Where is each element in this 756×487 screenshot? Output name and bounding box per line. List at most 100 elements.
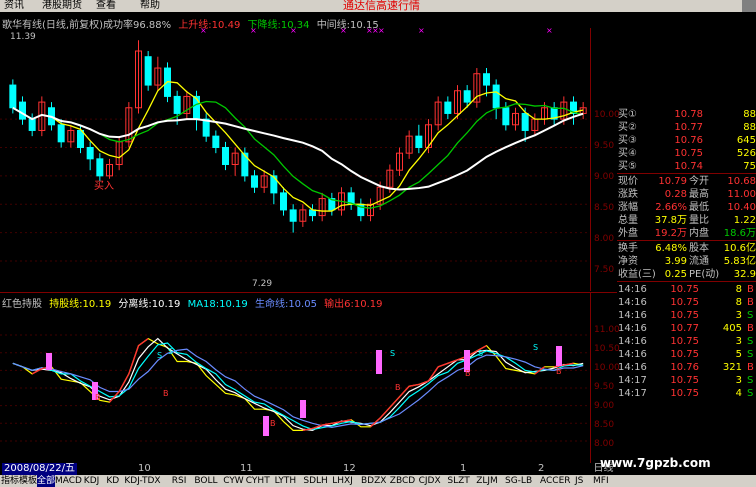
sell-signal-marker: S [533,343,538,352]
bid-label: 买① [618,109,637,120]
quote-value: 10.40 [727,202,756,213]
tab-zbcd[interactable]: ZBCD [390,475,415,487]
indicator-chart[interactable]: B BBBB BS S S SS [0,308,590,462]
tab-sdlh[interactable]: SDLH [303,475,327,487]
tick-side: B [747,362,754,373]
tab-kdj[interactable]: KDJ [84,475,100,487]
quote-label: 最低 [689,202,709,213]
quote-value: 10.6亿 [723,243,756,254]
bid-price: 10.75 [674,148,703,159]
signal-bar [300,400,306,418]
bid-label: 买② [618,122,637,133]
buy-signal-marker: B [395,383,401,392]
tab-js[interactable]: JS [575,475,583,487]
candle-body [270,175,278,194]
quote-value: 1.22 [733,215,756,226]
y-tick: 9.00 [594,172,615,182]
quote-value: 3.99 [664,256,687,267]
panel-row: 收益(三) 0.25 PE(动) 32.9 [617,268,756,281]
menu-item-hk-futures[interactable]: 港股期货 [42,0,82,12]
tab-macd[interactable]: MACD [55,475,82,487]
bid-volume: 88 [743,109,756,120]
month-tick: 2 [538,463,545,474]
tab-cyht[interactable]: CYHT [246,475,270,487]
panel-separator [617,173,756,174]
tab-cyw[interactable]: CYW [223,475,244,487]
indicator-line [12,348,584,429]
quote-value: 10.79 [658,176,687,187]
tab-指标[interactable]: 指标 [1,475,19,487]
candle-body [212,135,220,148]
tab-zljm[interactable]: ZLJM [476,475,498,487]
menu-item-view[interactable]: 查看 [96,0,116,12]
panel-row: 外盘 19.2万 内盘 18.6万 [617,227,756,240]
main-y-axis: 10.00 9.50 9.00 8.50 8.00 7.50 [590,28,620,291]
panel-row: 净资 3.99 流通 5.83亿 [617,255,756,268]
candle-body [415,135,423,148]
candle-body [444,101,452,114]
menu-item-help[interactable]: 帮助 [140,0,160,12]
quote-label: PE(动) [689,269,720,280]
y-tick: 8.50 [594,420,615,430]
panel-separator [617,281,756,282]
bid-price: 10.76 [674,135,703,146]
tick-price: 10.75 [670,297,699,308]
tab-lyth[interactable]: LYTH [275,475,297,487]
tab-boll[interactable]: BOLL [194,475,217,487]
month-tick: 12 [343,463,356,474]
tab-kd[interactable]: KD [106,475,119,487]
tab-accer[interactable]: ACCER [540,475,571,487]
watermark-text: www.7gpzb.com [600,456,711,470]
buy-signal-label: 买入 [94,180,114,192]
panel-row: 买③ 10.76 645 [617,134,756,147]
tab-rsi[interactable]: RSI [172,475,187,487]
tick-price: 10.75 [670,388,699,399]
tab-全部[interactable]: 全部 [37,475,56,487]
indicator-tab-bar: 指标 模板 全部 MACD KDJ KD KDJ-TDX RSI BOLL CYW CYHT LYTH… [0,475,756,487]
candle-body [222,146,229,166]
tab-slzt[interactable]: SLZT [447,475,469,487]
tick-price: 10.76 [670,362,699,373]
panel-row: 现价 10.79 今开 10.68 [617,175,756,188]
panel-row: 买⑤ 10.74 75 [617,160,756,173]
tab-模板[interactable]: 模板 [19,475,37,487]
signal-marker: × [250,28,257,35]
panel-row: 14:16 10.75 3 S [617,309,756,322]
main-price-chart[interactable]: 11.39 7.29 买入 × × × × × × × × × [0,28,617,291]
tab-bdzx[interactable]: BDZX [361,475,386,487]
candle-body [463,90,471,103]
signal-marker: × [290,28,297,35]
date-axis-bar: 2008/08/22/五 10 11 12 1 2 [0,463,590,475]
quote-value: 2.66% [655,202,687,213]
tab-mfi[interactable]: MFI [593,475,609,487]
y-tick: 9.50 [594,382,615,392]
candle-body [280,192,287,211]
panel-row: 换手 6.48% 股本 10.6亿 [617,242,756,255]
signal-marker: × [546,28,553,35]
quote-value: 0.28 [664,189,687,200]
signal-bar [46,353,52,370]
tick-price: 10.75 [670,284,699,295]
menu-item-info[interactable]: 资讯 [4,0,24,12]
quote-value: 19.2万 [654,228,687,239]
tab-lhxj[interactable]: LHXJ [332,475,353,487]
signal-bar [263,416,269,436]
buy-signal-marker: B [556,367,562,376]
tick-price: 10.75 [670,375,699,386]
tick-price: 10.77 [670,323,699,334]
tab-kdj-tdx[interactable]: KDJ-TDX [124,475,160,487]
bid-price: 10.74 [674,161,703,172]
tab-cjdx[interactable]: CJDX [419,475,441,487]
sell-signal-marker: S [168,347,173,356]
tab-sg-lb[interactable]: SG-LB [505,475,532,487]
bid-price: 10.78 [674,109,703,120]
window-control-button[interactable] [742,0,756,12]
panel-row: 14:17 10.75 4 S [617,387,756,400]
panel-row: 涨跌 0.28 最高 11.00 [617,188,756,201]
quote-panel: 买① 10.78 88 买② 10.77 88 买③ 10.76 645 买④ 10.75 526 买⑤… [617,108,756,440]
panel-row: 14:16 10.75 8 B [617,296,756,309]
quote-value: 5.83亿 [723,256,756,267]
quote-label: 股本 [689,243,709,254]
quote-label: 收益(三) [618,269,656,280]
tick-volume: 321 [722,362,742,373]
